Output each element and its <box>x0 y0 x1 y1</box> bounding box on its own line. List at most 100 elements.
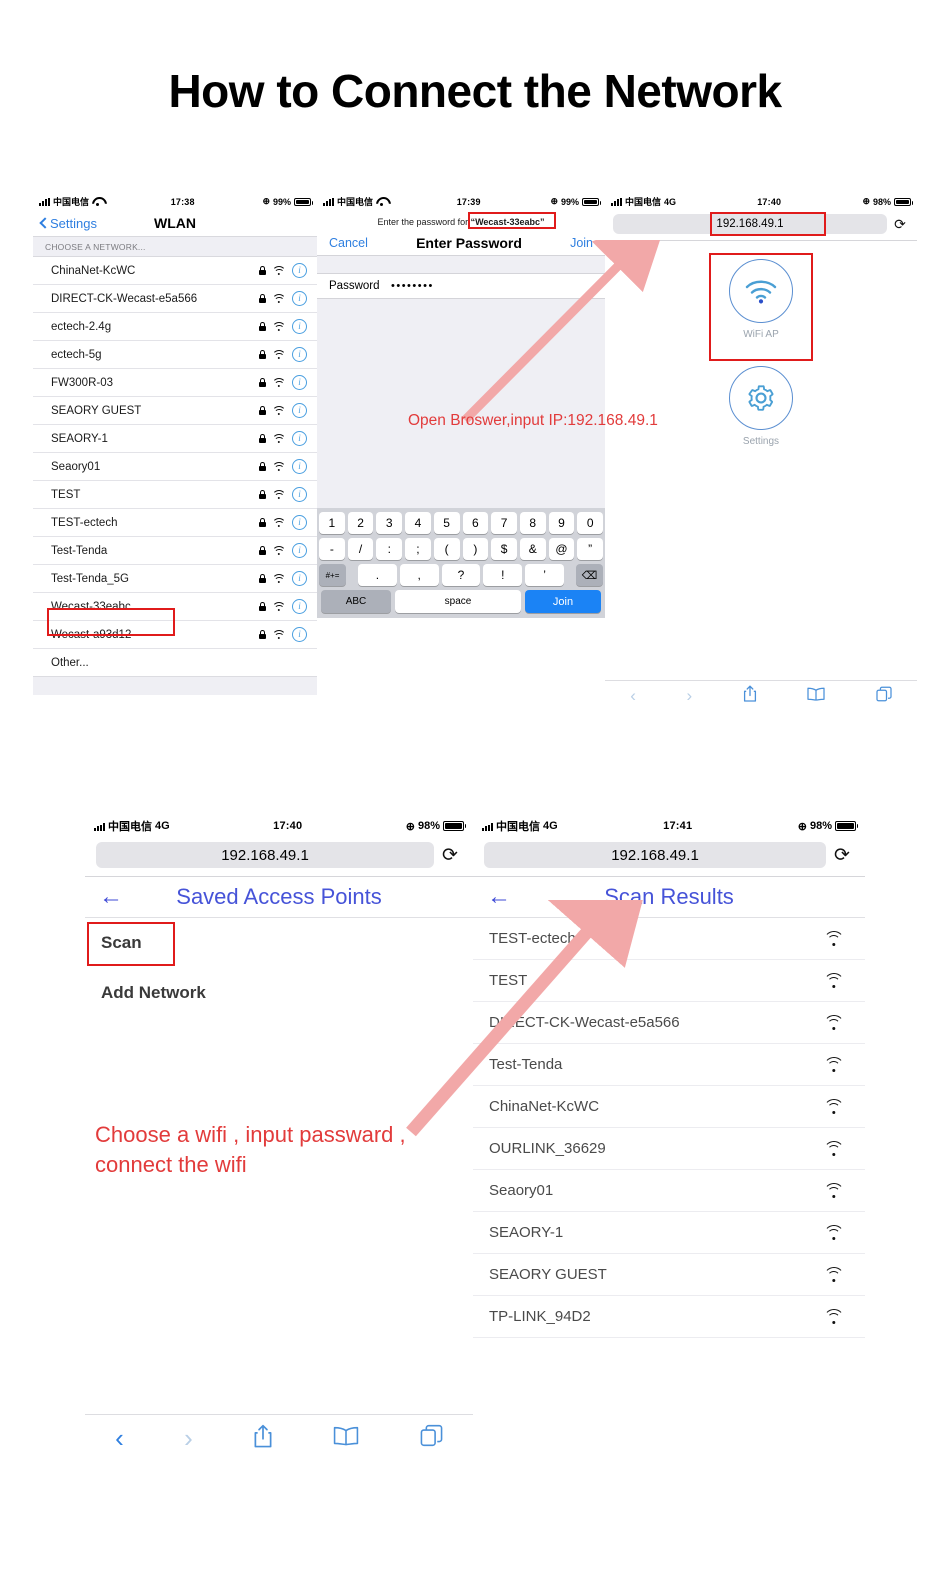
share-icon[interactable] <box>253 1424 273 1453</box>
info-icon[interactable]: i <box>292 375 307 390</box>
info-icon[interactable]: i <box>292 319 307 334</box>
wifi-network-row[interactable]: TEST-ectech i <box>33 509 317 537</box>
keyboard-key[interactable]: 6 <box>462 512 489 534</box>
wifi-network-row[interactable]: TEST i <box>33 481 317 509</box>
share-glyph <box>254 1424 272 1447</box>
bookmarks-icon[interactable] <box>807 687 825 706</box>
keyboard-key[interactable]: 1 <box>318 512 345 534</box>
abc-key[interactable]: ABC <box>321 590 391 613</box>
reload-icon[interactable]: ⟳ <box>891 216 909 233</box>
share-icon[interactable] <box>743 685 757 707</box>
wifi-network-row[interactable]: Wecast-a93d12 i <box>33 621 317 649</box>
forward-icon[interactable]: › <box>686 686 692 706</box>
wifi-network-row[interactable]: ectech-2.4g i <box>33 313 317 341</box>
keyboard-key[interactable]: / <box>347 538 374 560</box>
tabs-icon[interactable] <box>876 686 892 707</box>
scan-result-row[interactable]: Test-Tenda <box>473 1044 865 1086</box>
scan-result-row[interactable]: TEST-ectech <box>473 918 865 960</box>
info-icon[interactable]: i <box>292 543 307 558</box>
wifi-network-row[interactable]: DIRECT-CK-Wecast-e5a566 i <box>33 285 317 313</box>
keyboard-key[interactable]: & <box>519 538 546 560</box>
add-network-button[interactable]: Add Network <box>85 968 473 1018</box>
info-icon[interactable]: i <box>292 403 307 418</box>
keyboard-key[interactable]: ! <box>483 564 523 586</box>
info-icon[interactable]: i <box>292 263 307 278</box>
keyboard-key[interactable]: 0 <box>577 512 604 534</box>
keyboard-key[interactable]: , <box>399 564 439 586</box>
scan-result-row[interactable]: ChinaNet-KcWC <box>473 1086 865 1128</box>
reload-icon[interactable]: ⟳ <box>830 844 854 867</box>
wifi-network-row[interactable]: ChinaNet-KcWC i <box>33 257 317 285</box>
scan-result-row[interactable]: TP-LINK_94D2 <box>473 1296 865 1338</box>
password-field-row[interactable]: Password •••••••• <box>317 274 605 298</box>
keyboard-key[interactable]: ’ <box>525 564 564 586</box>
keyboard-key[interactable]: ? <box>441 564 481 586</box>
keyboard-key[interactable]: 8 <box>519 512 546 534</box>
keyboard-key[interactable]: $ <box>491 538 517 560</box>
keyboard-key[interactable]: 2 <box>347 512 374 534</box>
tabs-icon[interactable] <box>420 1424 443 1452</box>
keyboard-key[interactable]: 5 <box>433 512 460 534</box>
wifi-network-row[interactable]: Test-Tenda_5G i <box>33 565 317 593</box>
info-icon[interactable]: i <box>292 487 307 502</box>
keyboard-key[interactable]: - <box>318 538 345 560</box>
password-input[interactable]: •••••••• <box>391 280 434 292</box>
keyboard-key[interactable]: ; <box>405 538 431 560</box>
keyboard-key[interactable]: ( <box>433 538 460 560</box>
info-icon[interactable]: i <box>292 627 307 642</box>
wifi-network-row[interactable]: SEAORY GUEST i <box>33 397 317 425</box>
back-icon[interactable]: ‹ <box>115 1423 124 1454</box>
keyboard-key[interactable]: 4 <box>405 512 431 534</box>
other-network-row[interactable]: Other... <box>33 649 317 676</box>
keyboard-key[interactable]: ) <box>462 538 489 560</box>
scan-result-row[interactable]: Seaory01 <box>473 1170 865 1212</box>
screen-enter-password: 中国电信 17:39 ⊕ 99% Enter the password for … <box>317 193 605 713</box>
wifi-network-row[interactable]: FW300R-03 i <box>33 369 317 397</box>
url-input[interactable]: 192.168.49.1 <box>484 842 826 868</box>
cancel-button[interactable]: Cancel <box>329 236 368 250</box>
symbols-toggle-key[interactable]: #+= <box>319 564 346 586</box>
join-button[interactable]: Join <box>570 236 593 250</box>
keyboard-key[interactable]: : <box>376 538 403 560</box>
wifi-ap-tile[interactable]: WiFi AP <box>605 253 917 361</box>
wifi-signal-icon <box>272 350 286 360</box>
lock-icon <box>259 546 266 555</box>
scan-result-row[interactable]: DIRECT-CK-Wecast-e5a566 <box>473 1002 865 1044</box>
settings-label: Settings <box>742 436 780 447</box>
screen-device-home: 中国电信 4G 17:40 ⊕ 98% 192.168.49.1 ⟳ WiFi … <box>605 193 917 713</box>
info-icon[interactable]: i <box>292 291 307 306</box>
wifi-network-row[interactable]: SEAORY-1 i <box>33 425 317 453</box>
info-icon[interactable]: i <box>292 599 307 614</box>
keyboard-key[interactable]: 7 <box>491 512 517 534</box>
forward-icon[interactable]: › <box>184 1423 193 1454</box>
info-icon[interactable]: i <box>292 347 307 362</box>
wifi-network-name: Wecast-33eabc <box>51 600 131 613</box>
space-key[interactable]: space <box>395 590 521 613</box>
url-input[interactable]: 192.168.49.1 <box>613 214 887 234</box>
settings-tile[interactable]: Settings <box>605 366 917 447</box>
reload-icon[interactable]: ⟳ <box>438 844 462 867</box>
scan-result-row[interactable]: SEAORY GUEST <box>473 1254 865 1296</box>
keyboard-key[interactable]: ” <box>577 538 604 560</box>
info-icon[interactable]: i <box>292 571 307 586</box>
keyboard-key[interactable]: . <box>358 564 397 586</box>
back-icon[interactable]: ‹ <box>630 686 636 706</box>
wifi-network-row[interactable]: Test-Tenda i <box>33 537 317 565</box>
scan-result-row[interactable]: SEAORY-1 <box>473 1212 865 1254</box>
keyboard-key[interactable]: 3 <box>376 512 403 534</box>
wifi-network-row[interactable]: Wecast-33eabc i <box>33 593 317 621</box>
keyboard-join-button[interactable]: Join <box>525 590 601 613</box>
info-icon[interactable]: i <box>292 515 307 530</box>
url-input[interactable]: 192.168.49.1 <box>96 842 434 868</box>
wifi-network-row[interactable]: Seaory01 i <box>33 453 317 481</box>
scan-button[interactable]: Scan <box>85 918 473 968</box>
keyboard-key[interactable]: 9 <box>548 512 575 534</box>
scan-result-row[interactable]: TEST <box>473 960 865 1002</box>
delete-icon[interactable]: ⌫ <box>576 564 603 586</box>
scan-result-row[interactable]: OURLINK_36629 <box>473 1128 865 1170</box>
bookmarks-icon[interactable] <box>333 1426 359 1451</box>
wifi-network-row[interactable]: ectech-5g i <box>33 341 317 369</box>
info-icon[interactable]: i <box>292 431 307 446</box>
keyboard-key[interactable]: @ <box>548 538 575 560</box>
info-icon[interactable]: i <box>292 459 307 474</box>
